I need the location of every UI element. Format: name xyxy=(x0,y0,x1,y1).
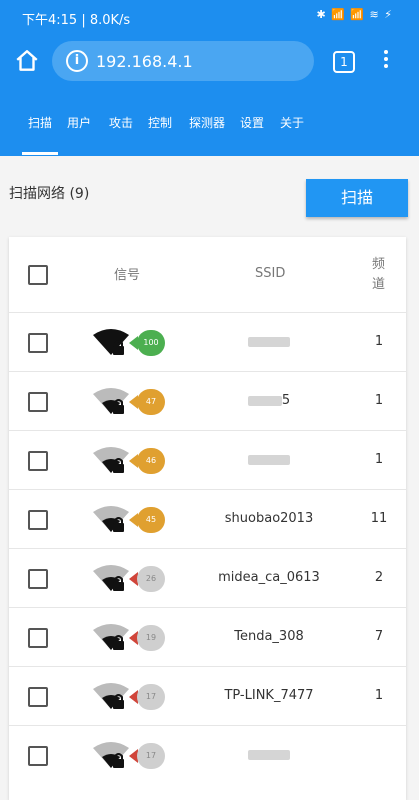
ssid-cell xyxy=(189,334,349,349)
table-row[interactable]: 100 1 xyxy=(9,312,406,372)
redacted-ssid xyxy=(248,749,290,760)
signal-badge: 19 xyxy=(137,625,165,651)
browser-toolbar: i 192.168.4.1 1 xyxy=(0,36,419,88)
ssid-cell xyxy=(189,747,349,762)
signal-indicator: 45 xyxy=(91,504,171,536)
tab-control[interactable]: 控制 xyxy=(148,114,172,131)
table-row[interactable]: 45 shuobao2013 11 xyxy=(9,489,406,549)
channel-cell: 1 xyxy=(374,452,384,467)
tab-about[interactable]: 关于 xyxy=(280,114,304,131)
ssid-cell: TP-LINK_7477 xyxy=(224,688,314,703)
table-row[interactable]: 17 TP-LINK_7477 1 xyxy=(9,666,406,726)
scan-button[interactable]: 扫描 xyxy=(306,179,408,217)
header-ssid: SSID xyxy=(255,266,286,281)
wifi-lock-icon xyxy=(93,329,129,355)
channel-cell: 7 xyxy=(374,629,384,644)
section-title: 扫描网络 (9) xyxy=(9,186,90,202)
redacted-ssid xyxy=(248,454,290,465)
signal-indicator: 46 xyxy=(91,445,171,477)
row-checkbox[interactable] xyxy=(28,687,48,707)
home-icon[interactable] xyxy=(14,48,40,74)
header-signal: 信号 xyxy=(114,268,141,283)
row-checkbox[interactable] xyxy=(28,628,48,648)
nav-tabs: 扫描 用户 攻击 控制 探测器 设置 关于 xyxy=(0,88,419,156)
channel-cell: 1 xyxy=(374,393,384,408)
signal-badge: 26 xyxy=(137,566,165,592)
table-row[interactable]: 26 midea_ca_0613 2 xyxy=(9,548,406,608)
wifi-lock-icon xyxy=(93,742,129,768)
header-channel: 频 道 xyxy=(372,257,386,292)
wifi-lock-icon xyxy=(93,683,129,709)
table-row[interactable]: 46 1 xyxy=(9,430,406,490)
ssid-cell: 5 xyxy=(189,393,349,408)
network-table: 信号 SSID 频 道 100 1 47 5 1 46 1 45 shuobao2013 11 26… xyxy=(9,237,406,800)
redacted-ssid xyxy=(247,395,282,406)
channel-cell: 1 xyxy=(374,688,384,703)
info-icon[interactable]: i xyxy=(66,50,88,72)
row-checkbox[interactable] xyxy=(28,333,48,353)
address-bar[interactable]: i 192.168.4.1 xyxy=(52,41,314,81)
wifi-lock-icon xyxy=(93,506,129,532)
signal-badge: 17 xyxy=(137,743,165,769)
channel-cell: 11 xyxy=(370,511,388,526)
row-checkbox[interactable] xyxy=(28,746,48,766)
status-time-info: 下午4:15 | 8.0K/s xyxy=(22,13,131,28)
row-checkbox[interactable] xyxy=(28,569,48,589)
redacted-ssid xyxy=(248,336,290,347)
signal-badge: 17 xyxy=(137,684,165,710)
tab-detector[interactable]: 探测器 xyxy=(189,114,225,131)
signal-badge: 100 xyxy=(137,330,165,356)
signal-indicator: 17 xyxy=(91,681,171,713)
wifi-lock-icon xyxy=(93,565,129,591)
signal-indicator: 19 xyxy=(91,622,171,654)
tab-settings[interactable]: 设置 xyxy=(240,114,264,131)
row-checkbox[interactable] xyxy=(28,451,48,471)
channel-cell: 1 xyxy=(374,334,384,349)
table-row[interactable]: 47 5 1 xyxy=(9,371,406,431)
active-tab-indicator xyxy=(22,152,58,155)
signal-indicator: 17 xyxy=(91,740,171,772)
table-row[interactable]: 19 Tenda_308 7 xyxy=(9,607,406,667)
url-text[interactable]: 192.168.4.1 xyxy=(96,52,193,71)
signal-badge: 47 xyxy=(137,389,165,415)
row-checkbox[interactable] xyxy=(28,392,48,412)
ssid-cell: midea_ca_0613 xyxy=(218,570,320,585)
ssid-cell: Tenda_308 xyxy=(234,629,304,644)
status-icons: ✱ 📶 📶 ≋ ⚡ xyxy=(316,8,393,21)
table-row[interactable]: 17 xyxy=(9,725,406,785)
select-all-checkbox[interactable] xyxy=(28,265,48,285)
ssid-cell: shuobao2013 xyxy=(224,511,314,526)
ssid-cell xyxy=(189,452,349,467)
status-bar: 下午4:15 | 8.0K/s ✱ 📶 📶 ≋ ⚡ xyxy=(0,0,419,36)
signal-indicator: 47 xyxy=(91,386,171,418)
wifi-lock-icon xyxy=(93,624,129,650)
wifi-lock-icon xyxy=(93,388,129,414)
tab-scan[interactable]: 扫描 xyxy=(28,114,52,131)
tab-users[interactable]: 用户 xyxy=(67,114,91,131)
ssid-text: 5 xyxy=(281,393,291,408)
signal-indicator: 100 xyxy=(91,327,171,359)
signal-badge: 46 xyxy=(137,448,165,474)
wifi-lock-icon xyxy=(93,447,129,473)
signal-badge: 45 xyxy=(137,507,165,533)
channel-cell: 2 xyxy=(374,570,384,585)
tab-switcher-button[interactable]: 1 xyxy=(333,51,355,73)
signal-indicator: 26 xyxy=(91,563,171,595)
row-checkbox[interactable] xyxy=(28,510,48,530)
more-menu-icon[interactable] xyxy=(384,50,388,72)
tab-attack[interactable]: 攻击 xyxy=(109,114,133,131)
